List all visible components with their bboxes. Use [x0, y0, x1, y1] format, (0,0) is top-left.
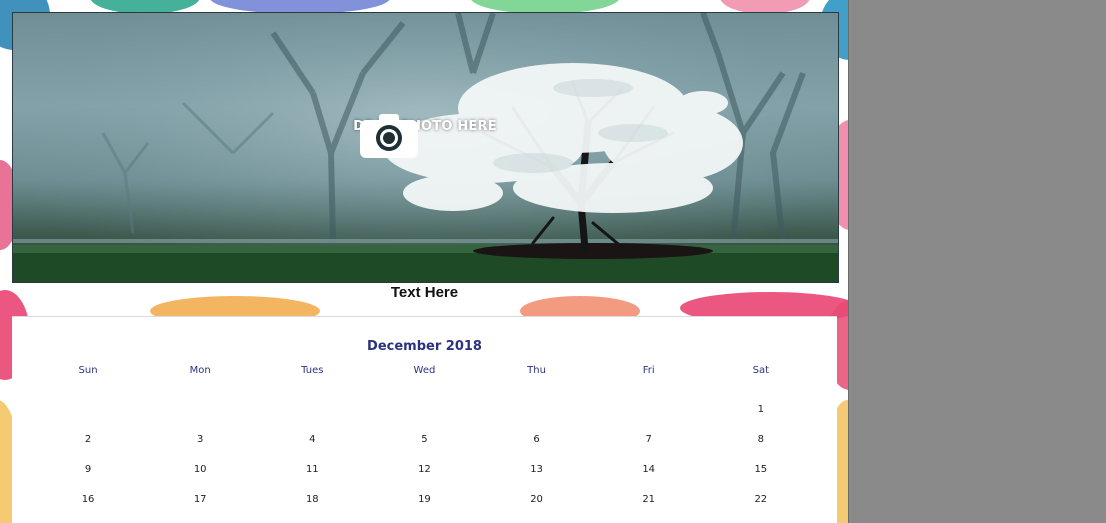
day-cell[interactable]: 16	[32, 485, 144, 515]
caption-text[interactable]: Text Here	[12, 282, 837, 304]
day-cell[interactable]	[144, 395, 256, 425]
day-cell[interactable]: 23	[32, 515, 144, 523]
day-cell[interactable]: 14	[593, 455, 705, 485]
day-cell[interactable]: 15	[705, 455, 817, 485]
day-cell[interactable]: 18	[256, 485, 368, 515]
day-cell[interactable]	[32, 395, 144, 425]
day-cell[interactable]	[593, 395, 705, 425]
day-cell[interactable]	[368, 395, 480, 425]
weekday-header: Wed	[413, 365, 436, 376]
month-title: December 2018	[367, 339, 482, 354]
day-cell[interactable]: 21	[593, 485, 705, 515]
day-cell[interactable]: 25	[256, 515, 368, 523]
day-cell[interactable]: 20	[481, 485, 593, 515]
day-cell[interactable]: 22	[705, 485, 817, 515]
day-cell[interactable]: 4	[256, 425, 368, 455]
day-cell[interactable]: 13	[481, 455, 593, 485]
drag-photo-dropzone[interactable]: DRAG PHOTO HERE	[353, 113, 497, 193]
weekday-header: Thu	[527, 365, 546, 376]
day-cell[interactable]: 9	[32, 455, 144, 485]
day-cell[interactable]: 24	[144, 515, 256, 523]
day-cell[interactable]	[481, 395, 593, 425]
workspace-background	[849, 0, 1106, 523]
weekday-header: Tues	[301, 365, 324, 376]
day-cell[interactable]: 11	[256, 455, 368, 485]
day-cell[interactable]: 3	[144, 425, 256, 455]
day-cell[interactable]: 17	[144, 485, 256, 515]
camera-icon	[360, 114, 418, 158]
calendar-grid: Sun Mon Tues Wed Thu Fri Sat 1 2 3 4 5 6…	[32, 365, 817, 523]
weekday-header: Sun	[78, 365, 98, 376]
day-cell[interactable]: 27	[481, 515, 593, 523]
day-cell[interactable]: 5	[368, 425, 480, 455]
day-cell[interactable]: 6	[481, 425, 593, 455]
day-cell[interactable]: 19	[368, 485, 480, 515]
day-cell[interactable]: 8	[705, 425, 817, 455]
day-cell[interactable]	[256, 395, 368, 425]
day-cell[interactable]: 29	[705, 515, 817, 523]
photo-area[interactable]: DRAG PHOTO HERE	[12, 12, 839, 283]
weekday-header: Mon	[189, 365, 211, 376]
calendar-page: DRAG PHOTO HERE Text Here December 2018 …	[0, 0, 849, 523]
day-cell[interactable]: 7	[593, 425, 705, 455]
calendar-grid-panel: December 2018 Sun Mon Tues Wed Thu Fri S…	[12, 316, 837, 523]
day-cell[interactable]: 12	[368, 455, 480, 485]
day-cell[interactable]: 1	[705, 395, 817, 425]
weekday-header: Fri	[642, 365, 655, 376]
day-cell[interactable]: 26	[368, 515, 480, 523]
day-cell[interactable]: 2	[32, 425, 144, 455]
day-cell[interactable]: 10	[144, 455, 256, 485]
day-cell[interactable]: 28	[593, 515, 705, 523]
weekday-header: Sat	[752, 365, 770, 376]
